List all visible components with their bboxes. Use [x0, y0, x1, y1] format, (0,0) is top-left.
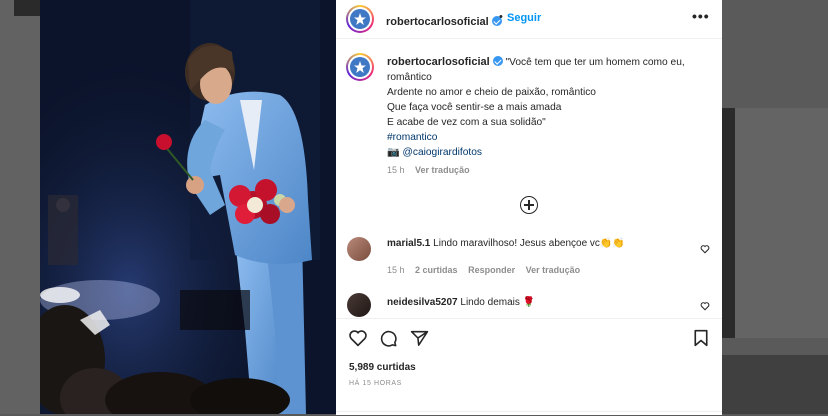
follow-button[interactable]: Seguir	[507, 12, 541, 24]
rose-emoji: 🌹	[522, 297, 536, 308]
post-photo[interactable]	[40, 0, 336, 414]
comment-meta: 15 h 2 curtidas Responder Ver tradução	[387, 265, 580, 275]
likes-count[interactable]: 5,989 curtidas	[349, 362, 416, 373]
clap-emoji: 👏👏	[599, 238, 625, 249]
post-timestamp[interactable]: HÁ 15 HORAS	[349, 380, 402, 387]
caption-line: Ardente no amor e cheio de paixão, român…	[387, 87, 596, 98]
backdrop-left	[0, 0, 40, 414]
comment-icon[interactable]	[379, 329, 398, 348]
caption-avatar-icon[interactable]	[346, 53, 374, 81]
comment-username-link[interactable]: marial5.1	[387, 238, 430, 249]
commenter-avatar[interactable]	[347, 237, 371, 261]
post-caption: robertocarlosoficial "Você tem que ter u…	[387, 55, 707, 160]
caption-time[interactable]: 15 h	[387, 165, 405, 175]
caption-line: E acabe de vez com a sua solidão"	[387, 117, 546, 128]
backdrop-right-gray	[735, 108, 828, 338]
heart-icon[interactable]	[348, 329, 368, 347]
post-header: robertocarlosoficial • Seguir •••	[336, 0, 722, 39]
backdrop-right-dark	[722, 108, 736, 338]
backdrop-right-bottom	[722, 355, 828, 414]
comment-heart-icon[interactable]	[700, 244, 710, 254]
comment-text: Lindo demais	[460, 297, 520, 308]
comment-body: marial5.1 Lindo maravilhoso! Jesus abenç…	[387, 238, 625, 249]
post-side-panel: robertocarlosoficial • Seguir ••• robert…	[336, 0, 722, 415]
plus-circle-icon[interactable]	[520, 196, 538, 214]
header-username-link[interactable]: robertocarlosoficial	[386, 16, 489, 28]
credit-link[interactable]: @caiogirardifotos	[403, 147, 482, 158]
camera-icon: 📷	[387, 147, 400, 158]
comment-body: neidesilva5207 Lindo demais 🌹	[387, 297, 535, 308]
comment-time[interactable]: 15 h	[387, 265, 405, 275]
caption-line: Que faça você sentir-se a mais amada	[387, 102, 562, 113]
share-icon[interactable]	[410, 329, 429, 347]
comment-username-link[interactable]: neidesilva5207	[387, 297, 458, 308]
commenter-avatar[interactable]	[347, 293, 371, 317]
header-user: robertocarlosoficial	[386, 12, 502, 30]
caption-line: romântico	[387, 72, 432, 83]
more-options-icon[interactable]: •••	[692, 8, 710, 24]
caption-username-link[interactable]: robertocarlosoficial	[387, 56, 490, 68]
header-separator: •	[499, 11, 503, 23]
bookmark-icon[interactable]	[693, 329, 709, 347]
verified-badge-icon	[492, 56, 503, 66]
comment-heart-icon[interactable]	[700, 301, 710, 311]
comment-translate-link[interactable]: Ver tradução	[526, 265, 581, 275]
post-actions: 5,989 curtidas HÁ 15 HORAS	[336, 318, 722, 415]
comment-text: Lindo maravilhoso! Jesus abençoe vc	[433, 238, 600, 249]
profile-avatar-icon[interactable]	[346, 5, 374, 33]
caption-translate-link[interactable]: Ver tradução	[415, 165, 470, 175]
backdrop-corner	[14, 0, 40, 16]
hashtag-link[interactable]: #romantico	[387, 130, 707, 145]
caption-line: "Você tem que ter um homem como eu,	[505, 57, 685, 68]
comment-likes[interactable]: 2 curtidas	[415, 265, 458, 275]
reply-button[interactable]: Responder	[468, 265, 515, 275]
caption-meta: 15 h Ver tradução	[387, 165, 470, 175]
concert-photo-illustration	[40, 0, 336, 414]
